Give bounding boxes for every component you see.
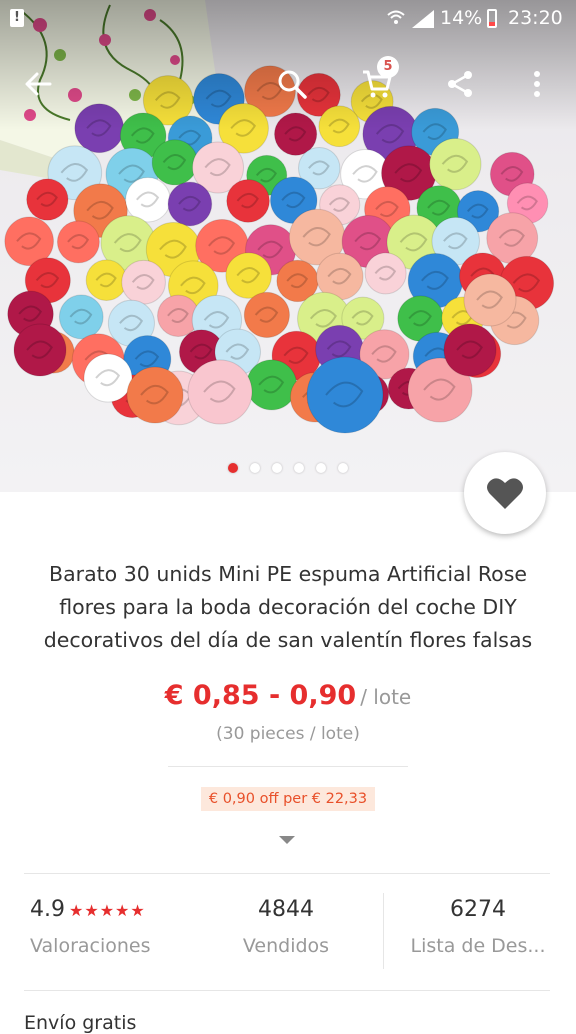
search-icon[interactable] (268, 60, 316, 108)
more-options-icon[interactable] (513, 60, 561, 108)
pager-dot[interactable] (272, 463, 282, 473)
pager-dot[interactable] (294, 463, 304, 473)
wishlist-label: Lista de Des... (410, 935, 546, 957)
wifi-icon (386, 8, 406, 33)
wishlist-button[interactable] (464, 452, 546, 534)
signal-icon (412, 10, 434, 28)
sold-label: Vendidos (242, 935, 330, 957)
back-arrow-icon[interactable] (14, 60, 62, 108)
coupon-badge[interactable]: € 0,90 off per € 22,33 (200, 787, 376, 811)
clock: 23:20 (508, 7, 563, 29)
divider (383, 893, 384, 969)
product-price: € 0,85 - 0,90 (164, 680, 357, 711)
divider (24, 873, 550, 874)
wishlist-value: 6274 (450, 897, 506, 922)
rating-value: 4.9 (30, 897, 65, 922)
pager-dot[interactable] (338, 463, 348, 473)
divider (168, 766, 408, 767)
heart-icon (487, 478, 523, 509)
product-title: Barato 30 unids Mini PE espuma Artificia… (43, 562, 533, 652)
share-icon[interactable] (436, 60, 484, 108)
divider (24, 990, 550, 991)
wishlist-stat[interactable]: 6274 Lista de Des... (393, 897, 563, 957)
price-row: € 0,85 - 0,90/ lote (0, 680, 576, 711)
rating-label: Valoraciones (30, 935, 151, 957)
rating-stat[interactable]: 4.9 ★★★★★ Valoraciones (30, 897, 180, 957)
rating-stars: ★★★★★ (69, 901, 146, 920)
pager-dot[interactable] (250, 463, 260, 473)
pager-dot[interactable] (228, 463, 238, 473)
notification-alert-icon: ! (10, 9, 24, 27)
sold-value: 4844 (258, 897, 314, 922)
battery-icon (487, 9, 497, 28)
sold-stat: 4844 Vendidos (201, 897, 371, 957)
status-bar: ! 14% 23:20 (0, 0, 576, 38)
cart-count-badge: 5 (377, 56, 399, 78)
pieces-per-lot: (30 pieces / lote) (216, 724, 360, 744)
shipping-label: Envío gratis (24, 1012, 137, 1034)
expand-details-icon[interactable] (279, 836, 295, 844)
battery-percent: 14% (440, 7, 483, 29)
pager-dot[interactable] (316, 463, 326, 473)
price-unit: / lote (360, 685, 412, 709)
